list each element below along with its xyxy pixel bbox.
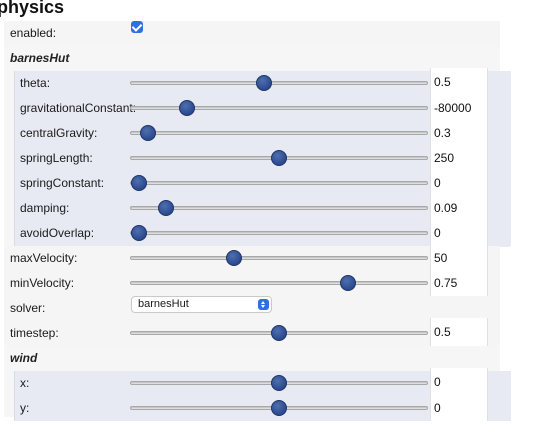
gravitational-constant-label: gravitationalConstant: bbox=[20, 101, 137, 115]
wind-y-label: y: bbox=[20, 401, 30, 415]
theta-slider-thumb[interactable] bbox=[256, 75, 273, 91]
avoid-overlap-label: avoidOverlap: bbox=[20, 226, 95, 240]
timestep-label: timestep: bbox=[10, 326, 59, 340]
damping-slider-thumb[interactable] bbox=[157, 200, 174, 216]
barneshut-section-title: barnesHut bbox=[10, 51, 70, 65]
central-gravity-slider-thumb[interactable] bbox=[139, 125, 156, 141]
min-velocity-row: minVelocity: bbox=[4, 271, 500, 296]
wind-x-value[interactable]: 0 bbox=[430, 368, 488, 396]
enabled-checkbox[interactable] bbox=[131, 21, 143, 33]
select-chevron-icon bbox=[258, 299, 269, 310]
wind-x-label: x: bbox=[20, 376, 30, 390]
max-velocity-row: maxVelocity: bbox=[4, 246, 500, 271]
max-velocity-value[interactable]: 50 bbox=[430, 246, 488, 271]
physics-title: physics bbox=[0, 0, 65, 17]
spring-length-slider-thumb[interactable] bbox=[271, 150, 287, 166]
central-gravity-value[interactable]: 0.3 bbox=[430, 121, 488, 146]
spring-constant-label: springConstant: bbox=[20, 176, 105, 190]
wind-y-slider-thumb[interactable] bbox=[271, 400, 287, 416]
max-velocity-label: maxVelocity: bbox=[10, 251, 78, 265]
solver-select[interactable]: barnesHut bbox=[131, 296, 272, 313]
enabled-label: enabled: bbox=[10, 26, 57, 40]
gravitational-constant-value[interactable]: -80000 bbox=[430, 96, 488, 121]
wind-y-value[interactable]: 0 bbox=[430, 396, 488, 421]
damping-value[interactable]: 0.09 bbox=[430, 196, 488, 221]
spring-constant-value[interactable]: 0 bbox=[430, 171, 488, 196]
spring-length-value[interactable]: 250 bbox=[430, 146, 488, 171]
wind-section-title: wind bbox=[10, 351, 38, 365]
avoid-overlap-value[interactable]: 0 bbox=[430, 221, 488, 246]
min-velocity-value[interactable]: 0.75 bbox=[430, 271, 488, 297]
timestep-row: timestep: bbox=[4, 321, 500, 346]
theta-label: theta: bbox=[20, 76, 51, 90]
central-gravity-label: centralGravity: bbox=[20, 126, 98, 140]
solver-select-value: barnesHut bbox=[138, 298, 189, 310]
damping-label: damping: bbox=[20, 201, 70, 215]
min-velocity-label: minVelocity: bbox=[10, 276, 75, 290]
timestep-value[interactable]: 0.5 bbox=[430, 318, 488, 346]
spring-constant-slider-thumb[interactable] bbox=[130, 175, 147, 191]
enabled-row: enabled: bbox=[4, 21, 500, 46]
wind-x-slider-thumb[interactable] bbox=[271, 375, 287, 391]
gravitational-constant-slider-thumb[interactable] bbox=[178, 100, 195, 116]
avoid-overlap-slider-thumb[interactable] bbox=[130, 225, 147, 241]
timestep-slider-thumb[interactable] bbox=[271, 325, 287, 341]
spring-length-label: springLength: bbox=[20, 151, 93, 165]
solver-label: solver: bbox=[10, 301, 46, 315]
max-velocity-slider-thumb[interactable] bbox=[226, 250, 243, 266]
theta-value[interactable]: 0.5 bbox=[430, 68, 488, 96]
min-velocity-slider-thumb[interactable] bbox=[339, 275, 356, 291]
